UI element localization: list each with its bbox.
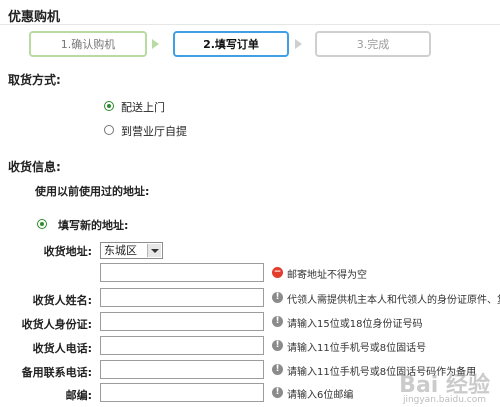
zip-label: 邮编:: [65, 389, 92, 402]
step-arrow-2: [295, 39, 302, 49]
step-complete: 3.完成: [315, 31, 431, 57]
address-error-text: 邮寄地址不得为空: [287, 270, 367, 281]
backup-phone-input[interactable]: [100, 360, 264, 379]
header-divider: [0, 24, 500, 25]
page-title: 优惠购机: [8, 10, 61, 25]
info-icon: !: [272, 340, 283, 351]
receiver-name-input[interactable]: [100, 288, 264, 307]
receiver-name-hint: 代领人需提供机主本人和代领人的身份证原件、复: [287, 295, 500, 306]
receiver-id-label: 收货人身份证:: [21, 318, 92, 331]
receiver-info-label: 收货信息:: [8, 160, 61, 174]
step-fill-order: 2.填写订单: [173, 31, 289, 57]
radio-store-pickup[interactable]: [104, 125, 114, 135]
receiver-phone-hint: 请输入11位手机号或8位固话号: [287, 343, 427, 354]
district-select[interactable]: 东城区: [100, 242, 163, 259]
zip-input[interactable]: [100, 383, 264, 402]
address-label: 收货地址:: [43, 245, 92, 258]
error-icon: −: [272, 267, 283, 278]
radio-home-delivery[interactable]: [104, 101, 114, 111]
step-confirm: 1.确认购机: [29, 31, 147, 57]
backup-phone-label: 备用联系电话:: [21, 366, 92, 379]
watermark-url: jingyan.baidu.com: [402, 395, 486, 405]
receiver-phone-label: 收货人电话:: [32, 342, 92, 355]
receiver-id-input[interactable]: [100, 312, 264, 331]
used-address-label[interactable]: 使用以前使用过的地址:: [35, 183, 149, 199]
chevron-down-icon: [147, 244, 161, 257]
checkout-steps: 1.确认购机 2.填写订单 3.完成: [29, 31, 439, 59]
info-icon: !: [272, 387, 283, 398]
address-input[interactable]: [100, 263, 264, 282]
info-icon: !: [272, 316, 283, 327]
receiver-name-label: 收货人姓名:: [32, 294, 92, 307]
district-select-value: 东城区: [104, 244, 137, 257]
step-arrow-1: [152, 39, 159, 49]
delivery-method-label: 取货方式:: [8, 73, 61, 87]
zip-hint: 请输入6位邮编: [287, 390, 354, 401]
info-icon: !: [272, 364, 283, 375]
new-address-label: 填写新的地址:: [58, 219, 129, 232]
store-pickup-label: 到营业厅自提: [121, 125, 187, 138]
info-icon: !: [272, 292, 283, 303]
receiver-id-hint: 请输入15位或18位身份证号码: [287, 319, 423, 330]
home-delivery-label: 配送上门: [121, 101, 165, 114]
receiver-phone-input[interactable]: [100, 336, 264, 355]
radio-new-address[interactable]: [37, 219, 47, 229]
